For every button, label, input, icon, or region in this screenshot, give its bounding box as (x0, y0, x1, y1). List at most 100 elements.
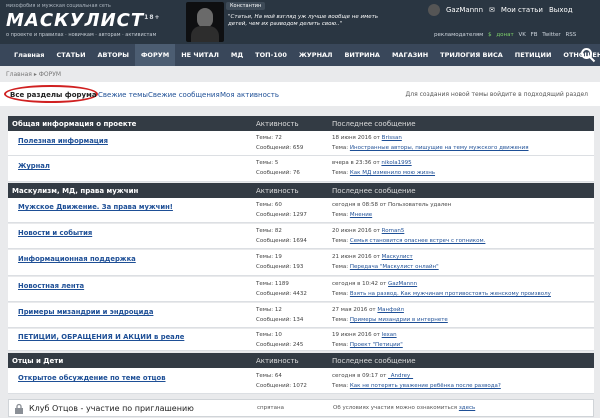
last-post-topic[interactable]: Передача "Маскулист онлайн" (350, 264, 439, 270)
last-post-topic[interactable]: Взять на развод. Как мужчинам противосто… (350, 291, 551, 297)
site-logo[interactable]: МАСКУЛИСТ18+ (6, 10, 161, 31)
club-title[interactable]: Клуб Отцов - участие по приглашению (29, 404, 194, 413)
forum-title[interactable]: Новостная лента (18, 282, 84, 290)
forum-stats: Темы: 1189 Сообщений: 4432 (256, 281, 307, 297)
club-info-link[interactable]: здесь (459, 405, 475, 411)
donate-link[interactable]: $ донат (488, 32, 514, 38)
forum-stats: Темы: 64 Сообщений: 1072 (256, 373, 307, 389)
lock-icon (15, 403, 23, 414)
last-post: 18 июня 2016 от Brissan Тема: Иностранные… (332, 135, 529, 151)
nav-home[interactable]: Главная (8, 44, 50, 66)
nav-articles[interactable]: СТАТЬИ (50, 44, 91, 66)
vk-link[interactable]: VK (518, 32, 525, 38)
last-post: 27 мая 2016 от Манфэйл Тема: Примеры миза… (332, 307, 448, 323)
last-post-author[interactable]: Манфэйл (377, 307, 404, 313)
nav-md[interactable]: МД (225, 44, 249, 66)
section-header: Маскулизм, МД, права мужчин Активность П… (8, 183, 594, 198)
nav-unread[interactable]: НЕ ЧИТАЛ (175, 44, 225, 66)
last-post-topic[interactable]: Проект "Петиции" (350, 342, 403, 348)
quote-author-photo (186, 2, 224, 42)
section-header: Общая информация о проекте Активность По… (8, 116, 594, 131)
logout-link[interactable]: Выход (549, 6, 573, 14)
forum-title[interactable]: ПЕТИЦИИ, ОБРАЩЕНИЯ И АКЦИИ в реале (18, 333, 184, 341)
breadcrumb-home[interactable]: Главная (6, 71, 32, 78)
last-post-topic[interactable]: Иностранные авторы, пишущие на тему мужс… (350, 145, 529, 151)
my-articles-link[interactable]: Мои статьи (501, 6, 543, 14)
nav-forum[interactable]: ФОРУМ (134, 44, 176, 66)
forum-row: Новостная лента Темы: 1189 Сообщений: 443… (8, 277, 594, 302)
forum-title[interactable]: Новости и события (18, 229, 92, 237)
avatar[interactable] (428, 4, 440, 16)
forum-row: Новости и события Темы: 82 Сообщений: 169… (8, 224, 594, 249)
club-row: Клуб Отцов - участие по приглашению спря… (8, 399, 594, 417)
ad-link[interactable]: рекламодателям (434, 32, 483, 38)
club-hidden: спрятана (257, 405, 284, 411)
twitter-link[interactable]: Twitter (542, 32, 560, 38)
search-icon[interactable] (580, 47, 596, 63)
last-post-author[interactable]: Маскулист (382, 254, 413, 260)
forum-stats: Темы: 5 Сообщений: 76 (256, 160, 300, 176)
forum-title[interactable]: Полезная информация (18, 137, 108, 145)
donate-icon: $ (488, 32, 492, 38)
forum-row: Полезная информация Темы: 72 Сообщений: 6… (8, 131, 594, 156)
link-activists[interactable]: активистам (125, 32, 156, 38)
forum-stats: Темы: 60 Сообщений: 1297 (256, 202, 307, 218)
nav-journal[interactable]: ЖУРНАЛ (293, 44, 339, 66)
nav-authors[interactable]: АВТОРЫ (92, 44, 135, 66)
last-post: сегодня в 10:42 от GazMannn Тема: Взять н… (332, 281, 551, 297)
forum-stats: Темы: 10 Сообщений: 245 (256, 332, 304, 348)
forum-title[interactable]: Информационная поддержка (18, 255, 136, 263)
link-authors[interactable]: авторам (99, 32, 121, 38)
forum-stats: Темы: 12 Сообщений: 134 (256, 307, 304, 323)
last-post-topic[interactable]: Примеры мизандрии в интернете (350, 317, 448, 323)
nav-showcase[interactable]: ВИТРИНА (338, 44, 386, 66)
tab-new-messages[interactable]: Свежие сообщения (148, 91, 220, 99)
tab-all-sections[interactable]: Все разделы форума (10, 91, 97, 99)
header-quote: "Статьи, На мой взгляд уж лучше вообще н… (228, 14, 379, 27)
forum-stats: Темы: 72 Сообщений: 659 (256, 135, 304, 151)
header-links: о проекте и правилах · новичкам · автора… (6, 32, 157, 38)
section-header: Отцы и Дети Активность Последнее сообщен… (8, 353, 594, 368)
last-post-author[interactable]: lexan (382, 332, 397, 338)
last-post-author[interactable]: Roman5 (382, 228, 405, 234)
forum-stats: Темы: 19 Сообщений: 193 (256, 254, 304, 270)
forum-title[interactable]: Мужское Движение. За права мужчин! (18, 203, 173, 211)
rss-link[interactable]: RSS (565, 32, 576, 38)
last-post-author[interactable]: nikola1995 (381, 160, 411, 166)
last-post-topic[interactable]: Мнение (350, 212, 372, 218)
last-post-author[interactable]: GazMannn (388, 281, 417, 287)
last-post-author[interactable]: _Andrey_ (388, 373, 413, 379)
bell-icon[interactable]: ✉ (489, 6, 495, 14)
username[interactable]: GazMannn (446, 6, 483, 14)
user-panel: GazMannn ✉ Мои статьи Выход (428, 4, 573, 16)
breadcrumb-forum[interactable]: ФОРУМ (39, 71, 61, 78)
last-post: 20 июня 2016 от Roman5 Тема: Семья станов… (332, 228, 486, 244)
tab-my-activity[interactable]: Моя активность (220, 91, 279, 99)
fb-link[interactable]: FB (531, 32, 538, 38)
last-post-topic[interactable]: Как не потерять уважение ребёнка после р… (350, 383, 501, 389)
club-info: Об условиях участия можно ознакомиться з… (333, 405, 476, 411)
forum-title[interactable]: Открытое обсуждение по теме отцов (18, 374, 166, 382)
nav-trilogy[interactable]: ТРИЛОГИЯ ВИСА (434, 44, 509, 66)
forum-title[interactable]: Журнал (18, 162, 50, 170)
last-post-topic[interactable]: Как МД изменило мою жизнь (350, 170, 435, 176)
last-post-topic[interactable]: Семья становится опаснее встреч с гопник… (350, 238, 486, 244)
last-post-author[interactable]: Brissan (382, 135, 402, 141)
forum-row: Журнал Темы: 5 Сообщений: 76 вчера в 23:3… (8, 156, 594, 182)
nav-petitions[interactable]: ПЕТИЦИИ (509, 44, 558, 66)
link-about[interactable]: о проекте и правилах (6, 32, 64, 38)
forum-stats: Темы: 82 Сообщений: 1694 (256, 228, 307, 244)
breadcrumb: Главная ▸ ФОРУМ (6, 71, 61, 78)
last-post: сегодня в 08:58 от Пользователь удален Те… (332, 202, 452, 218)
nav-top100[interactable]: ТОП-100 (249, 44, 293, 66)
forum-title[interactable]: Примеры мизандрии и эндроцида (18, 308, 153, 316)
last-post: вчера в 23:36 от nikola1995 Тема: Как МД … (332, 160, 436, 176)
last-post: 21 июня 2016 от Маскулист Тема: Передача … (332, 254, 439, 270)
link-newbies[interactable]: новичкам (68, 32, 93, 38)
forum-row: ПЕТИЦИИ, ОБРАЩЕНИЯ И АКЦИИ в реале Темы:… (8, 329, 594, 351)
tagline: мизофобия и мужская социальная сеть (6, 3, 111, 9)
nav-shop[interactable]: МАГАЗИН (386, 44, 434, 66)
forum-row: Информационная поддержка Темы: 19 Сообщен… (8, 250, 594, 276)
last-post: 19 июня 2016 от lexan Тема: Проект "Петиц… (332, 332, 403, 348)
tab-new-topics[interactable]: Свежие темы (98, 91, 148, 99)
